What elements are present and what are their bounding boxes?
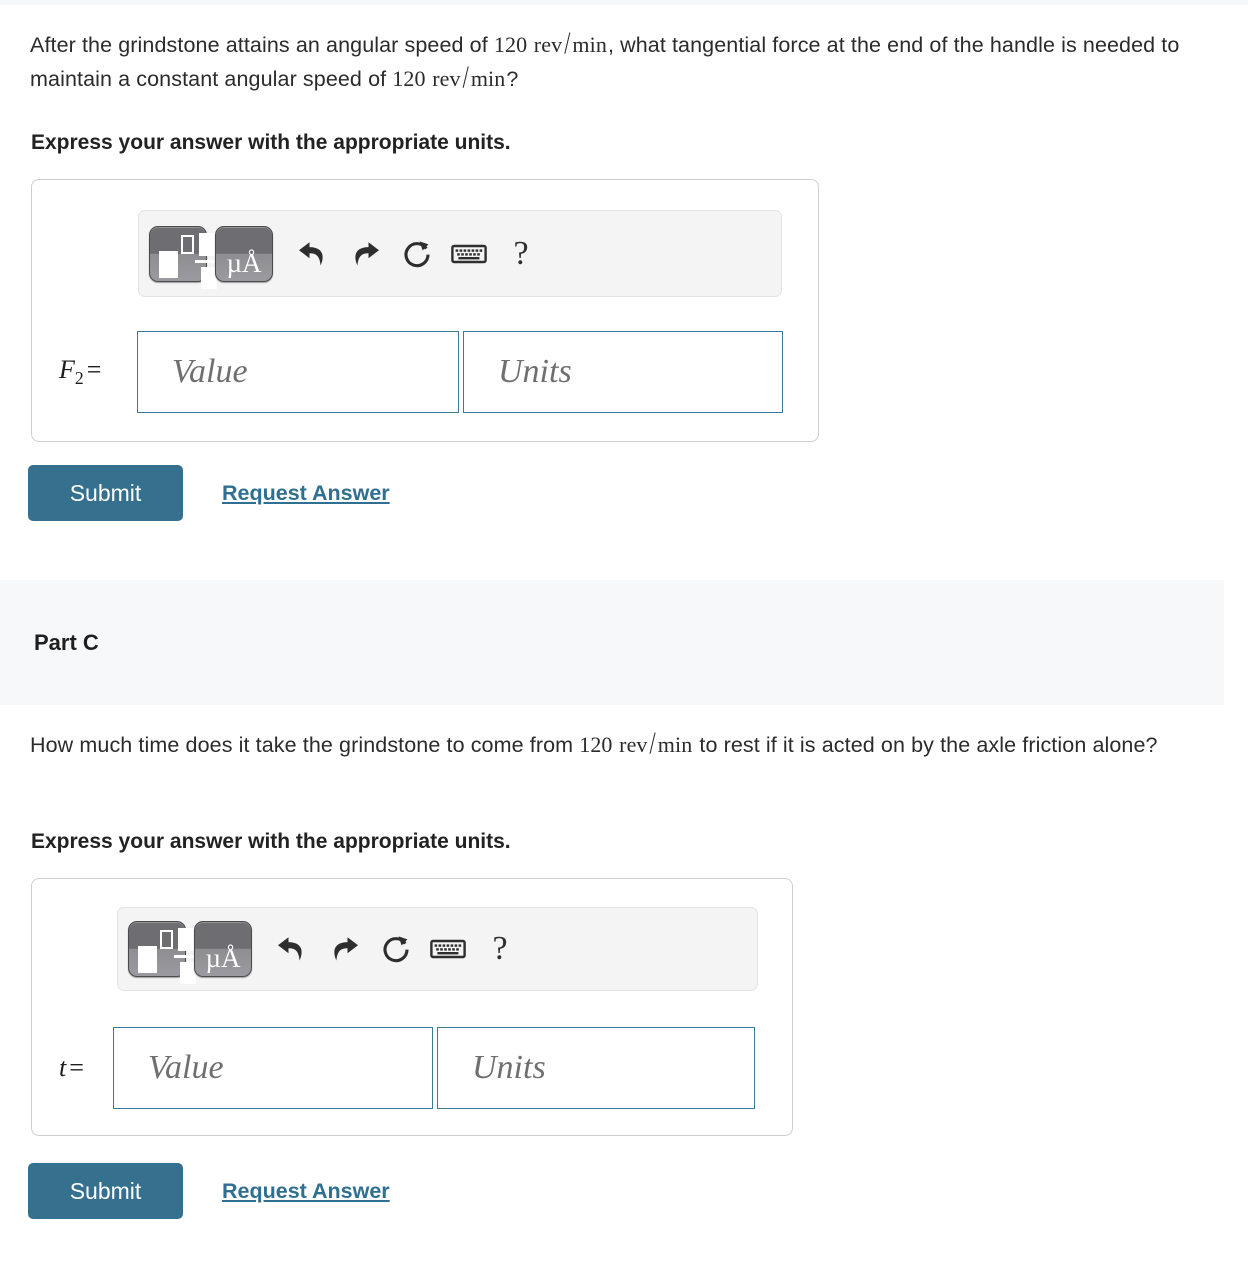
part-b-submit-button[interactable]: Submit: [28, 465, 183, 521]
part-c-input-row: t = Value Units: [59, 1027, 755, 1109]
keyboard-icon[interactable]: [443, 231, 495, 277]
unit2-numerator: rev: [432, 66, 461, 92]
reset-circular-arrow-icon[interactable]: [370, 926, 422, 972]
part-b-variable-label: F2 =: [59, 355, 137, 389]
undo-arrow-icon[interactable]: [266, 926, 318, 972]
keyboard-icon[interactable]: [422, 926, 474, 972]
part-b-value-input[interactable]: Value: [137, 331, 459, 413]
unit-denominator: min: [572, 32, 607, 57]
unit2-slash: /: [462, 58, 469, 96]
part-b-input-row: F2 = Value Units: [59, 331, 783, 413]
variable-symbol: F: [59, 354, 75, 384]
part-c-question-text: How much time does it take the grindston…: [30, 725, 1220, 762]
part-b-request-answer-link[interactable]: Request Answer: [222, 481, 390, 506]
part-c-question-prefix: How much time does it take the grindston…: [30, 733, 580, 757]
unit-slash: /: [564, 24, 571, 61]
part-c-math-toolbar: µÅ ?: [117, 907, 758, 991]
unit-numerator: rev: [533, 32, 563, 57]
part-b-instruction: Express your answer with the appropriate…: [31, 131, 511, 154]
redo-arrow-icon[interactable]: [318, 926, 370, 972]
question-suffix: ?: [506, 67, 519, 92]
part-c-title: Part C: [34, 629, 99, 655]
part-c-value-input[interactable]: Value: [113, 1027, 433, 1109]
problem-page: After the grindstone attains an angular …: [0, 0, 1248, 1288]
part-c-question-value: 120: [579, 732, 613, 757]
question-value-1: 120: [493, 32, 528, 57]
part-c-submit-button[interactable]: Submit: [28, 1163, 183, 1219]
units-icon-label: µÅ: [226, 247, 262, 278]
part-c-request-answer-link[interactable]: Request Answer: [222, 1179, 390, 1204]
part-c-header-band: Part C: [0, 580, 1224, 705]
redo-arrow-icon[interactable]: [339, 231, 391, 277]
reset-circular-arrow-icon[interactable]: [391, 231, 443, 277]
value-placeholder: Value: [172, 353, 248, 390]
part-b-question-text: After the grindstone attains an angular …: [30, 25, 1190, 97]
micro-angstrom-units-icon[interactable]: µÅ: [215, 225, 273, 282]
question-prefix: After the grindstone attains an angular …: [30, 33, 494, 57]
part-c-unit-numerator: rev: [619, 732, 648, 757]
part-c-unit-denominator: min: [657, 732, 693, 757]
part-b-units-input[interactable]: Units: [463, 331, 783, 413]
equals-sign: =: [69, 1053, 84, 1082]
part-c-instruction: Express your answer with the appropriate…: [31, 830, 511, 853]
part-c-question-suffix: to rest if it is acted on by the axle fr…: [693, 733, 1158, 757]
units-icon-label: µÅ: [205, 943, 241, 973]
part-c-unit-slash: /: [649, 724, 656, 761]
math-templates-icon[interactable]: [128, 921, 203, 984]
math-templates-icon[interactable]: [149, 225, 224, 289]
equals-sign: =: [86, 354, 102, 384]
units-placeholder: Units: [472, 1049, 546, 1086]
units-placeholder: Units: [498, 353, 572, 390]
part-c-answer-card: µÅ ? t = Value Units: [31, 878, 793, 1136]
question-value-2: 120: [392, 66, 426, 92]
help-question-mark-icon[interactable]: ?: [495, 231, 547, 277]
help-icon-label: ?: [492, 930, 508, 967]
part-b-math-toolbar: µÅ ?: [138, 210, 782, 297]
help-question-mark-icon[interactable]: ?: [474, 926, 526, 972]
micro-angstrom-units-icon[interactable]: µÅ: [194, 921, 252, 977]
unit2-denominator: min: [470, 66, 506, 92]
undo-arrow-icon[interactable]: [287, 231, 339, 277]
part-c-units-input[interactable]: Units: [437, 1027, 755, 1109]
value-placeholder: Value: [148, 1049, 224, 1086]
variable-subscript: 2: [74, 368, 84, 389]
part-b-answer-card: µÅ ? F2 = Value Units: [31, 179, 819, 442]
top-divider: [0, 0, 1248, 5]
help-icon-label: ?: [513, 234, 529, 272]
part-c-variable-label: t =: [59, 1053, 113, 1083]
